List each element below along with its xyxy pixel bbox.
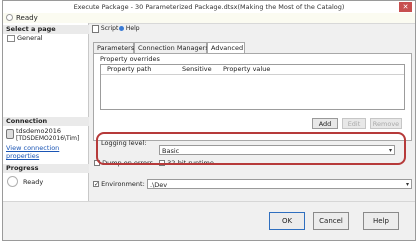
column-header-sensitive: Sensitive: [182, 65, 212, 73]
connection-header: Connection: [3, 117, 89, 126]
chevron-down-icon: ▾: [405, 181, 409, 188]
help-button[interactable]: Help: [363, 212, 399, 230]
add-button[interactable]: Add: [312, 118, 338, 129]
help-toolbar-label: Help: [125, 25, 140, 32]
script-icon: [92, 24, 99, 33]
page-icon: [7, 34, 15, 42]
right-pane: Script ▾ Help Parameters Connection Mana…: [90, 23, 415, 201]
remove-button[interactable]: Remove: [370, 118, 402, 129]
window-title: Execute Package - 30 Parameterized Packa…: [73, 3, 345, 11]
page-item-label: General: [17, 34, 43, 42]
property-overrides-grid[interactable]: Property path Sensitive Property value: [100, 64, 405, 110]
execute-package-dialog: Execute Package - 30 Parameterized Packa…: [2, 0, 416, 241]
toolbar: Script ▾ Help: [90, 23, 415, 34]
script-label: Script: [100, 25, 119, 32]
progress-indicator-icon: [7, 176, 18, 187]
edit-button[interactable]: Edit: [342, 118, 366, 129]
environment-option[interactable]: ✓ Environment:: [93, 179, 145, 189]
status-icon: [6, 14, 13, 21]
close-button[interactable]: ✕: [399, 2, 412, 12]
column-header-property-value: Property value: [223, 65, 271, 73]
property-overrides-label: Property overrides: [100, 55, 160, 63]
ok-button[interactable]: OK: [269, 212, 305, 230]
column-header-property-path: Property path: [107, 65, 152, 73]
status-text: Ready: [16, 14, 38, 22]
environment-label: Environment:: [101, 180, 145, 188]
tab-parameters[interactable]: Parameters: [93, 42, 134, 53]
help-toolbar-button[interactable]: Help: [119, 23, 140, 34]
highlight-ring: [96, 132, 406, 165]
advanced-tab-panel: Property overrides Property path Sensiti…: [93, 53, 412, 147]
environment-select[interactable]: .\Dev ▾: [147, 179, 412, 189]
connection-user: [TDSDEMO2016\Tim]: [16, 135, 80, 142]
select-page-header: Select a page: [3, 25, 89, 34]
progress-status: Ready: [23, 178, 44, 186]
page-item-general[interactable]: General: [7, 34, 43, 42]
connection-server: tdsdemo2016: [16, 127, 62, 135]
progress-header: Progress: [3, 164, 89, 173]
connection-icon: [6, 129, 14, 139]
view-connection-properties-link[interactable]: View connection properties: [6, 144, 86, 160]
help-icon: [119, 26, 124, 31]
cancel-button[interactable]: Cancel: [313, 212, 349, 230]
environment-checkbox[interactable]: ✓: [93, 181, 99, 188]
dialog-footer: OK Cancel Help: [3, 201, 415, 240]
tab-connection-managers[interactable]: Connection Managers: [134, 42, 209, 53]
left-pane: Select a page General Connection tdsdemo…: [3, 23, 89, 201]
grid-header: Property path Sensitive Property value: [101, 65, 404, 75]
environment-value: .\Dev: [150, 181, 168, 189]
